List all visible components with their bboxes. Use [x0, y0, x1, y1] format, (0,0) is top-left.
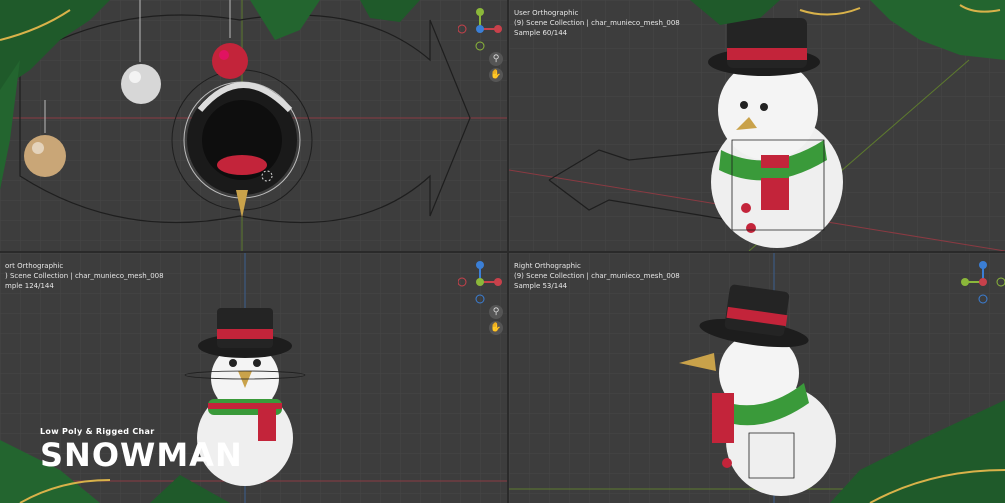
magnifier-icon[interactable]: ⚲ — [489, 305, 503, 319]
view-name: ort Orthographic — [5, 262, 64, 270]
render-sample: mple 124/144 — [5, 282, 54, 290]
render-sample: Sample 60/144 — [514, 29, 568, 37]
magnifier-icon[interactable]: ⚲ — [489, 52, 503, 66]
viewport-top-right[interactable]: User Orthographic (9) Scene Collection |… — [509, 0, 1005, 251]
viewport-bottom-right[interactable]: Right Orthographic (9) Scene Collection … — [509, 253, 1005, 503]
hand-icon[interactable]: ✋ — [489, 321, 503, 335]
collection-name: (9) Scene Collection | char_munieco_mesh… — [514, 19, 680, 27]
product-title-block: Low Poly & Rigged Char SNOWMAN — [40, 427, 243, 472]
collection-name: (9) Scene Collection | char_munieco_mesh… — [514, 272, 680, 280]
viewport-grid — [0, 0, 507, 251]
product-subtitle: Low Poly & Rigged Char — [40, 427, 155, 436]
view-name: User Orthographic — [514, 9, 579, 17]
blender-workspace: ⚲ ✋ User Orthographic (9) Scene Collecti… — [0, 0, 1005, 503]
viewport-top-left[interactable]: ⚲ ✋ — [0, 0, 507, 251]
axis-gizmo-icon[interactable] — [457, 7, 502, 51]
product-title: SNOWMAN — [40, 436, 243, 474]
viewport-hud: User Orthographic (9) Scene Collection |… — [514, 8, 680, 38]
view-name: Right Orthographic — [514, 262, 581, 270]
axis-gizmo-icon[interactable] — [961, 260, 1005, 304]
hand-icon[interactable]: ✋ — [489, 68, 503, 82]
render-sample: Sample 53/144 — [514, 282, 568, 290]
viewport-hud: ort Orthographic ) Scene Collection | ch… — [5, 261, 164, 291]
collection-name: ) Scene Collection | char_munieco_mesh_0… — [5, 272, 164, 280]
viewport-hud: Right Orthographic (9) Scene Collection … — [514, 261, 680, 291]
axis-gizmo-icon[interactable] — [457, 260, 502, 304]
